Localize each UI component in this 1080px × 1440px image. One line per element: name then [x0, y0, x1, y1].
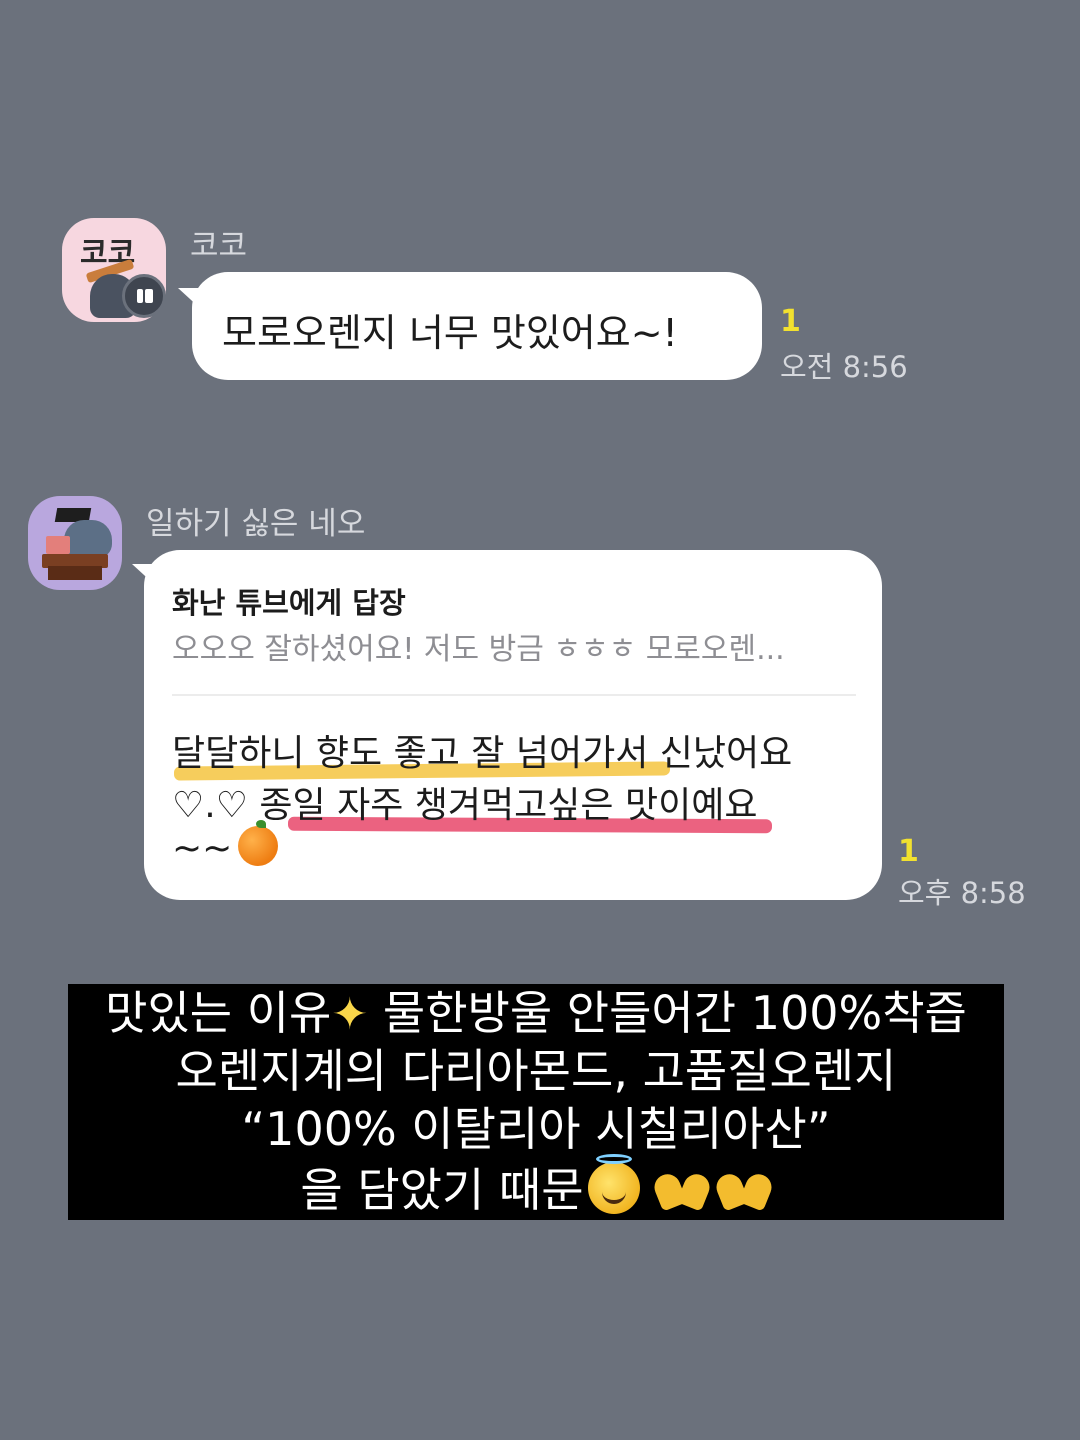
- caption-text: 물한방울 안들어간 100%착즙: [368, 986, 967, 1040]
- avatar-neo[interactable]: [28, 496, 122, 590]
- caption-line-1: 맛있는 이유✦ 물한방울 안들어간 100%착즙: [68, 990, 1004, 1037]
- avatar-head: [64, 520, 112, 558]
- caption-line-4: 을 담았기 때문: [68, 1154, 1004, 1217]
- message-time: 오전 8:56: [780, 350, 908, 384]
- bubble-tail: [132, 564, 156, 586]
- message-line-last: ~~: [172, 820, 279, 869]
- message-bubble[interactable]: 모로오렌지 너무 맛있어요~!: [178, 272, 762, 380]
- smiling-face-with-halo-icon: [587, 1154, 640, 1214]
- unread-count: 1: [898, 834, 919, 869]
- heart-hands-icon: [716, 1168, 772, 1212]
- bubble-tail: [178, 288, 202, 310]
- message-line: 달달하니 향도 좋고 잘 넘어가서 신났어요: [172, 733, 793, 774]
- reply-title[interactable]: 화난 튜브에게 답장: [172, 580, 406, 622]
- caption-text: 맛있는 이유: [105, 986, 332, 1040]
- caption-box: 맛있는 이유✦ 물한방울 안들어간 100%착즙 오렌지계의 다리아몬드, 고품…: [68, 984, 1004, 1220]
- caption-line-3: “100% 이탈리아 시칠리아산”: [241, 1102, 831, 1156]
- sender-name: 코코: [190, 228, 248, 264]
- message-text: 모로오렌지 너무 맛있어요~!: [222, 311, 678, 355]
- sparkles-icon: ✦: [331, 989, 369, 1040]
- unread-count: 1: [780, 304, 801, 339]
- reply-snippet[interactable]: 오오오 잘하셨어요! 저도 방금 ㅎㅎㅎ 모로오렌...: [172, 624, 852, 668]
- avatar-desk-leg: [48, 566, 102, 580]
- heart-hands-icon: [654, 1168, 710, 1212]
- tangerine-icon: [238, 820, 279, 866]
- caption-text: 을 담았기 때문: [300, 1163, 584, 1217]
- reply-message-bubble[interactable]: 화난 튜브에게 답장 오오오 잘하셨어요! 저도 방금 ㅎㅎㅎ 모로오렌... …: [132, 550, 882, 900]
- message-line-text: ~~: [172, 828, 233, 869]
- message-time: 오후 8:58: [898, 876, 1026, 910]
- avatar-laptop: [46, 536, 70, 554]
- caption-line-2: 오렌지계의 다리아몬드, 고품질오렌지: [175, 1044, 897, 1098]
- sender-name: 일하기 싫은 네오: [146, 506, 366, 542]
- reply-divider: [172, 694, 856, 696]
- profile-badge-icon: [122, 274, 166, 318]
